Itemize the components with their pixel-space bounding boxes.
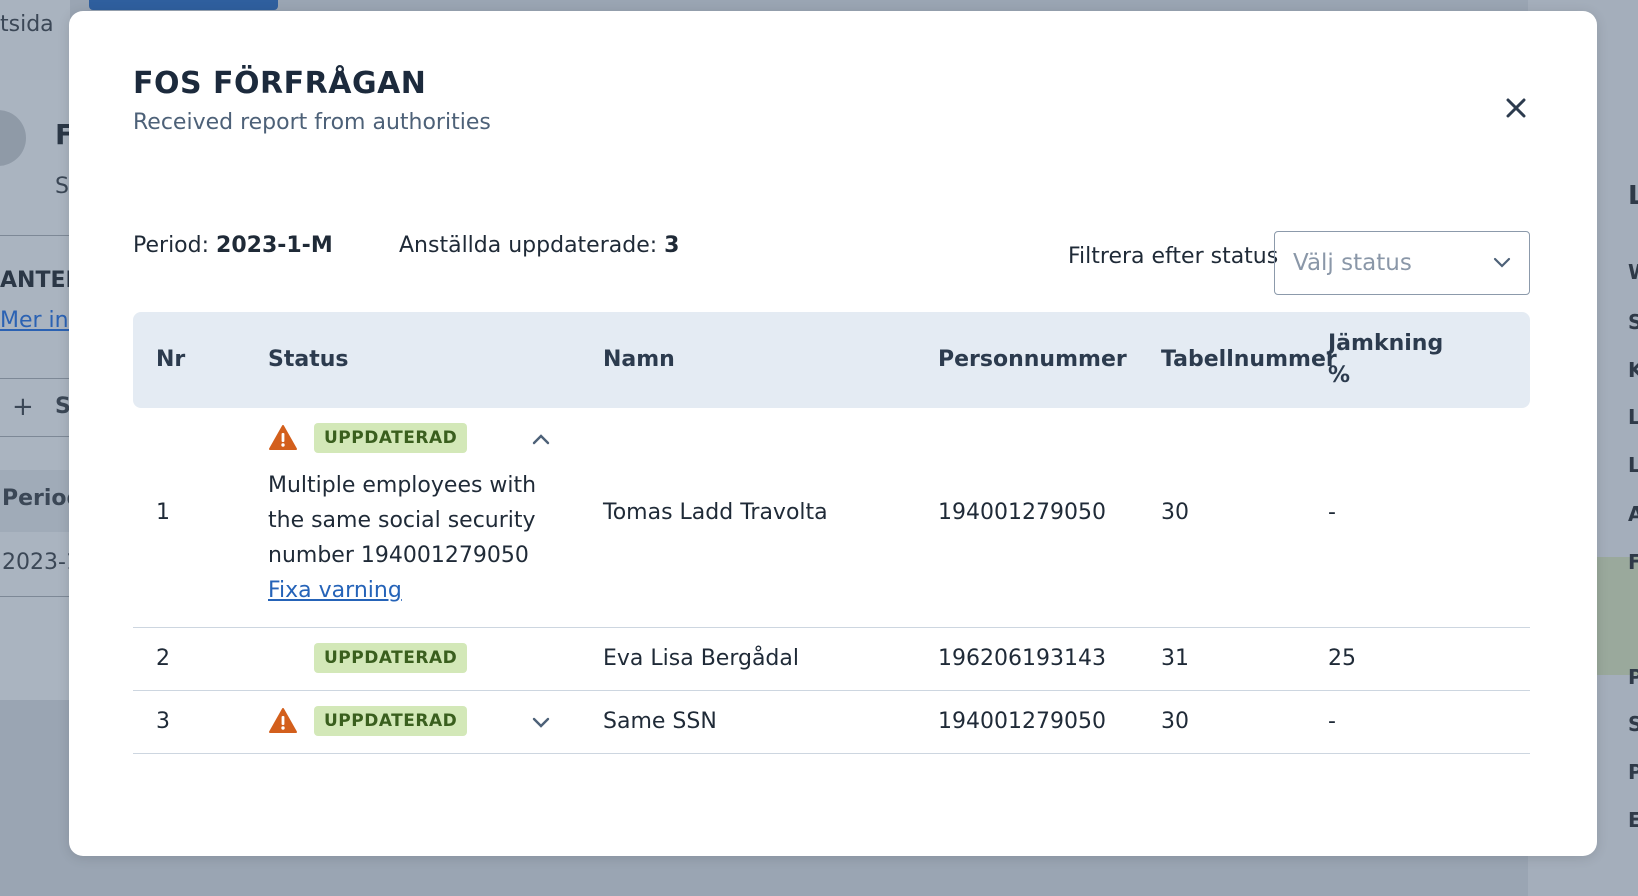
period-value: 2023-1-M <box>216 233 333 258</box>
updated-label: Anställda uppdaterade: <box>399 233 665 258</box>
warning-message-text: Multiple employees with the same social … <box>268 473 537 568</box>
row-tabellnummer: 30 <box>1161 709 1189 734</box>
row-tabellnummer: 31 <box>1161 646 1189 671</box>
bg-active-tab <box>89 0 278 10</box>
row-nr: 2 <box>156 646 170 671</box>
table-header: Nr Status Namn Personnummer Tabellnummer… <box>133 312 1530 408</box>
header-status: Status <box>268 347 349 372</box>
status-badge: UPPDATERAD <box>314 423 468 453</box>
bg-right-text: P <box>1628 760 1638 784</box>
updated-value: 3 <box>664 233 680 258</box>
period-label: Period: <box>133 233 217 258</box>
row-nr: 1 <box>156 500 170 525</box>
close-icon <box>1506 98 1526 118</box>
warning-icon <box>268 424 298 458</box>
chevron-down-icon[interactable] <box>530 711 552 733</box>
row-tabellnummer: 30 <box>1161 500 1189 525</box>
bg-divider <box>0 596 70 597</box>
warning-message: Multiple employees with the same social … <box>268 468 568 608</box>
bg-divider <box>0 436 70 437</box>
bg-right-text: L <box>1628 453 1638 477</box>
warning-icon <box>268 707 298 741</box>
row-personnummer: 196206193143 <box>938 646 1106 671</box>
bg-right-text: L <box>1628 181 1638 211</box>
bg-right-text: S <box>1628 712 1638 736</box>
bg-divider <box>0 378 70 379</box>
period-info: Period: 2023-1-M <box>133 233 333 258</box>
status-filter-placeholder: Välj status <box>1293 250 1412 276</box>
row-jamkning: 25 <box>1328 646 1356 671</box>
chevron-down-icon <box>1493 257 1511 268</box>
fix-warning-link[interactable]: Fixa varning <box>268 578 402 603</box>
updated-count-info: Anställda uppdaterade: 3 <box>399 233 679 258</box>
fos-request-modal: FOS FÖRFRÅGAN Received report from autho… <box>69 11 1597 856</box>
row-personnummer: 194001279050 <box>938 709 1106 734</box>
row-nr: 3 <box>156 709 170 734</box>
bg-right-text: F <box>1628 550 1638 574</box>
table-row: 1 UPPDATERAD Multiple employees with the… <box>133 408 1530 628</box>
row-personnummer: 194001279050 <box>938 500 1106 525</box>
bg-right-text: P <box>1628 665 1638 689</box>
modal-title: FOS FÖRFRÅGAN <box>133 66 427 101</box>
status-badge: UPPDATERAD <box>314 643 468 673</box>
status-badge: UPPDATERAD <box>314 706 468 736</box>
bg-text-home: tsida <box>0 12 54 37</box>
bg-right-text: L <box>1628 405 1638 429</box>
header-nr: Nr <box>156 347 186 372</box>
bg-left-panel <box>0 80 70 700</box>
modal-subtitle: Received report from authorities <box>133 110 491 135</box>
filter-label: Filtrera efter status <box>1068 244 1279 269</box>
close-button[interactable] <box>1499 91 1533 125</box>
header-tabellnummer: Tabellnummer <box>1161 347 1337 372</box>
header-namn: Namn <box>603 347 675 372</box>
bg-right-highlight <box>1594 557 1638 675</box>
status-badge-label: UPPDATERAD <box>314 706 468 736</box>
header-personnummer: Personnummer <box>938 347 1127 372</box>
bg-plus-icon: + <box>12 392 34 422</box>
row-jamkning: - <box>1328 709 1336 734</box>
bg-divider <box>0 235 70 236</box>
header-jamkning: Jämkning % <box>1328 331 1444 388</box>
table-row: 3 UPPDATERAD Same SSN 194001279050 30 - <box>133 691 1530 754</box>
chevron-up-icon[interactable] <box>530 428 552 450</box>
bg-right-text: E <box>1628 808 1638 832</box>
status-badge-label: UPPDATERAD <box>314 643 468 673</box>
row-jamkning: - <box>1328 500 1336 525</box>
row-namn: Eva Lisa Bergådal <box>603 646 799 671</box>
employees-table: Nr Status Namn Personnummer Tabellnummer… <box>133 312 1530 754</box>
status-filter-select[interactable]: Välj status <box>1274 231 1530 295</box>
bg-right-text: K <box>1628 358 1638 382</box>
table-row: 2 UPPDATERAD Eva Lisa Bergådal 196206193… <box>133 628 1530 691</box>
row-namn: Same SSN <box>603 709 717 734</box>
bg-right-text: S <box>1628 310 1638 334</box>
status-badge-label: UPPDATERAD <box>314 423 468 453</box>
bg-right-text: A <box>1628 502 1638 526</box>
bg-right-text: W <box>1628 260 1638 284</box>
row-namn: Tomas Ladd Travolta <box>603 500 828 525</box>
bg-text-sub: S <box>55 174 69 199</box>
